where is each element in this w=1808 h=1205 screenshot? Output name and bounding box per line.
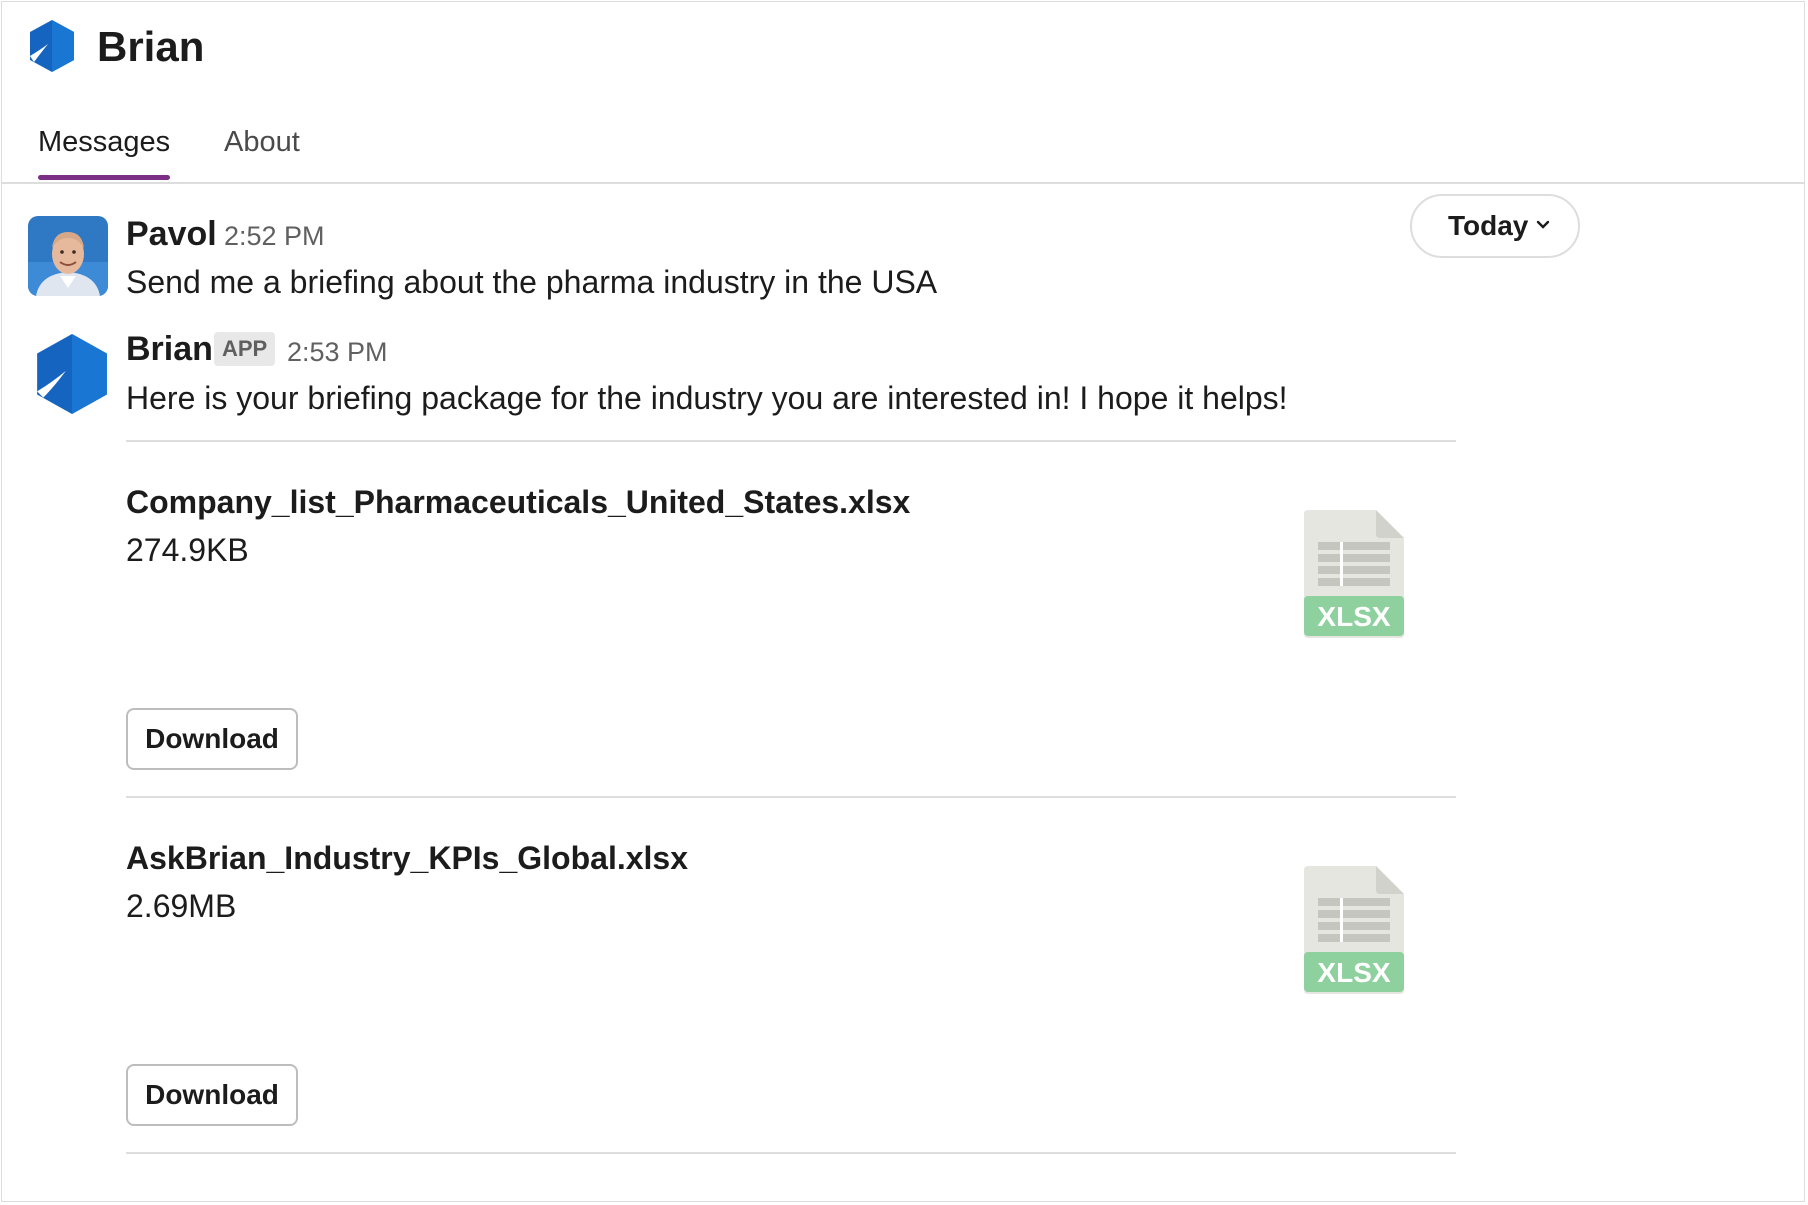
xlsx-file-icon: XLSX [1304, 510, 1404, 638]
download-button[interactable]: Download [126, 708, 298, 770]
divider [126, 796, 1456, 798]
chevron-down-icon [1536, 220, 1550, 229]
app-badge: APP [214, 332, 276, 366]
message-author[interactable]: Brian [126, 329, 213, 369]
xlsx-file-icon: XLSX [1304, 866, 1404, 994]
user-photo-icon [28, 216, 108, 296]
message-author[interactable]: Pavol [126, 214, 217, 254]
message-timestamp[interactable]: 2:52 PM [224, 216, 325, 256]
download-button[interactable]: Download [126, 1064, 298, 1126]
message-text: Here is your briefing package for the in… [126, 380, 1288, 416]
divider [126, 440, 1456, 442]
tab-messages[interactable]: Messages [38, 120, 171, 180]
avatar[interactable] [28, 216, 108, 296]
file-type-label: XLSX [1317, 601, 1390, 632]
page-title: Brian [97, 23, 205, 70]
date-jump-button[interactable]: Today [1410, 194, 1580, 258]
channel-header: Brian Messages About [2, 2, 1804, 184]
file-type-label: XLSX [1317, 957, 1390, 988]
attachment-file-size: 2.69MB [126, 888, 237, 924]
bot-avatar-hexagon-icon[interactable] [32, 334, 112, 414]
attachment-file-name[interactable]: AskBrian_Industry_KPIs_Global.xlsx [126, 838, 688, 878]
message-text: Send me a briefing about the pharma indu… [126, 264, 938, 300]
date-label: Today [1448, 210, 1529, 241]
divider [126, 1152, 1456, 1154]
message-timestamp[interactable]: 2:53 PM [287, 332, 388, 372]
attachment-file-size: 274.9KB [126, 532, 249, 568]
attachment-file-name[interactable]: Company_list_Pharmaceuticals_United_Stat… [126, 482, 910, 522]
hexagon-logo-icon [30, 20, 74, 72]
app-window: Brian Messages About Today Pavol 2:52 PM… [1, 1, 1805, 1202]
tab-about[interactable]: About [224, 120, 300, 164]
